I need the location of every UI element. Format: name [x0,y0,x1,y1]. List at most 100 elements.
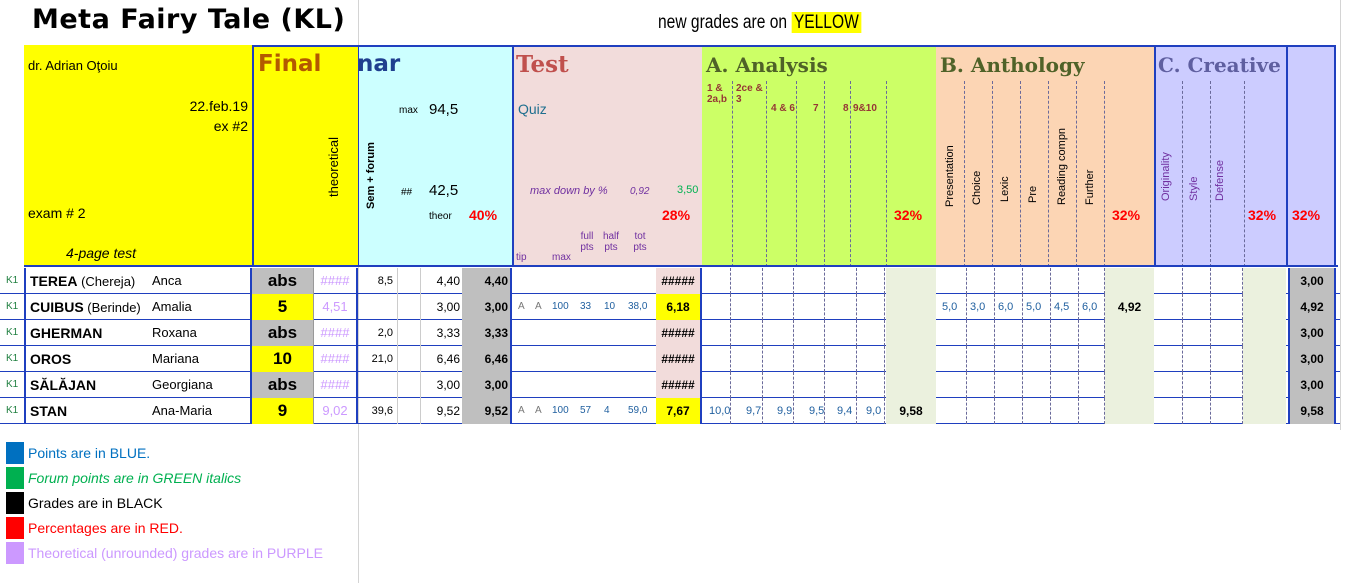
anthology-total[interactable] [1105,320,1154,346]
anthology-value[interactable]: 5,0 [942,294,957,320]
anthology-value[interactable]: 6,0 [1082,294,1097,320]
seminar-points[interactable] [360,372,398,398]
seminar-grade-raw[interactable]: 4,40 [420,268,462,294]
theoretical-grade[interactable]: #### [314,320,358,346]
test-value[interactable]: 33 [580,294,591,320]
analysis-value[interactable]: 9,4 [837,398,852,424]
info-cell[interactable]: dr. Adrian Oţoiu 22.feb.19 ex #2 exam # … [24,45,252,265]
seminar-points[interactable]: 8,5 [360,268,398,294]
test-value[interactable]: A [518,398,525,424]
test-value[interactable]: A [518,294,525,320]
test-total[interactable]: 6,18 [656,294,702,320]
seminar-grade-raw[interactable]: 3,00 [420,294,462,320]
analysis-value[interactable]: 9,0 [866,398,881,424]
seminar-header[interactable]: nar Sem + forum max 94,5 ## 42,5 theor 4… [357,45,512,265]
seminar-grade[interactable]: 3,00 [462,294,512,320]
final-grade[interactable]: 9 [252,398,314,424]
theoretical-grade[interactable]: #### [314,346,358,372]
student-name-cell[interactable]: GHERMAN Roxana [24,320,252,346]
analysis-value[interactable]: 9,9 [777,398,792,424]
test-value[interactable]: A [535,294,542,320]
student-name-cell[interactable]: STAN Ana-Maria [24,398,252,424]
creative-total[interactable] [1243,294,1286,320]
creative-total[interactable] [1243,320,1286,346]
seminar-grade-raw[interactable]: 3,33 [420,320,462,346]
test-value[interactable]: 4 [604,398,610,424]
anthology-total[interactable] [1105,372,1154,398]
anthology-total[interactable]: 4,92 [1105,294,1154,320]
anthology-value[interactable]: 3,0 [970,294,985,320]
test-value[interactable]: 57 [580,398,591,424]
final-grade[interactable]: 10 [252,346,314,372]
seminar-grade-raw[interactable]: 6,46 [420,346,462,372]
overall-grade[interactable]: 3,00 [1288,320,1336,346]
analysis-value[interactable]: 10,0 [709,398,730,424]
seminar-points[interactable] [360,294,398,320]
total-header[interactable]: 32% [1286,45,1336,265]
test-value[interactable]: 59,0 [628,398,647,424]
final-grade[interactable]: abs [252,372,314,398]
test-header[interactable]: Test Quiz max down by % 0,92 3,50 28% ti… [512,45,702,265]
analysis-total[interactable] [886,294,936,320]
test-total[interactable]: 7,67 [656,398,702,424]
creative-total[interactable] [1243,372,1286,398]
final-grade[interactable]: 5 [252,294,314,320]
analysis-value[interactable]: 9,7 [746,398,761,424]
test-total[interactable]: ##### [656,372,702,398]
seminar-grade[interactable]: 9,52 [462,398,512,424]
theoretical-grade[interactable]: 4,51 [314,294,358,320]
seminar-grade-raw[interactable]: 3,00 [420,372,462,398]
student-name-cell[interactable]: CUIBUS (Berinde) Amalia [24,294,252,320]
theoretical-grade[interactable]: 9,02 [314,398,358,424]
creative-header[interactable]: C. Creative Originality Style Defense 32… [1154,45,1286,267]
creative-total[interactable] [1243,268,1286,294]
seminar-grade[interactable]: 4,40 [462,268,512,294]
test-total[interactable]: ##### [656,268,702,294]
test-value[interactable]: 38,0 [628,294,647,320]
seminar-grade[interactable]: 3,00 [462,372,512,398]
seminar-points[interactable]: 39,6 [360,398,398,424]
test-value[interactable]: 100 [552,294,569,320]
overall-grade[interactable]: 3,00 [1288,268,1336,294]
anthology-header[interactable]: B. Anthology Presentation Choice Lexic P… [936,45,1154,267]
theoretical-grade[interactable]: #### [314,268,358,294]
analysis-total[interactable] [886,320,936,346]
overall-grade[interactable]: 4,92 [1288,294,1336,320]
seminar-grade-raw[interactable]: 9,52 [420,398,462,424]
final-grade[interactable]: abs [252,268,314,294]
test-value[interactable]: 10 [604,294,615,320]
analysis-col-4: 7 [813,103,819,114]
anthology-value[interactable]: 4,5 [1054,294,1069,320]
anthology-total[interactable] [1105,398,1154,424]
seminar-grade[interactable]: 6,46 [462,346,512,372]
student-last-name: OROS [30,351,72,367]
overall-grade[interactable]: 3,00 [1288,346,1336,372]
analysis-value[interactable]: 9,5 [809,398,824,424]
seminar-grade[interactable]: 3,33 [462,320,512,346]
test-value[interactable]: 100 [552,398,569,424]
overall-grade[interactable]: 3,00 [1288,372,1336,398]
anthology-value[interactable]: 6,0 [998,294,1013,320]
theoretical-grade[interactable]: #### [314,372,358,398]
student-name-cell[interactable]: TEREA (Chereja) Anca [24,268,252,294]
analysis-total[interactable]: 9,58 [886,398,936,424]
anthology-total[interactable] [1105,268,1154,294]
overall-grade[interactable]: 9,58 [1288,398,1336,424]
analysis-header[interactable]: A. Analysis 1 & 2a,b 2ce & 3 4 & 6 7 8 9… [702,45,936,267]
analysis-total[interactable] [886,346,936,372]
creative-total[interactable] [1243,398,1286,424]
test-total[interactable]: ##### [656,346,702,372]
final-grade[interactable]: abs [252,320,314,346]
test-value[interactable]: A [535,398,542,424]
creative-total[interactable] [1243,346,1286,372]
final-header[interactable]: Final theoretical [252,45,360,265]
analysis-total[interactable] [886,268,936,294]
seminar-points[interactable]: 2,0 [360,320,398,346]
anthology-total[interactable] [1105,346,1154,372]
analysis-total[interactable] [886,372,936,398]
student-name-cell[interactable]: SĂLĂJAN Georgiana [24,372,252,398]
test-total[interactable]: ##### [656,320,702,346]
anthology-value[interactable]: 5,0 [1026,294,1041,320]
seminar-points[interactable]: 21,0 [360,346,398,372]
student-name-cell[interactable]: OROS Mariana [24,346,252,372]
